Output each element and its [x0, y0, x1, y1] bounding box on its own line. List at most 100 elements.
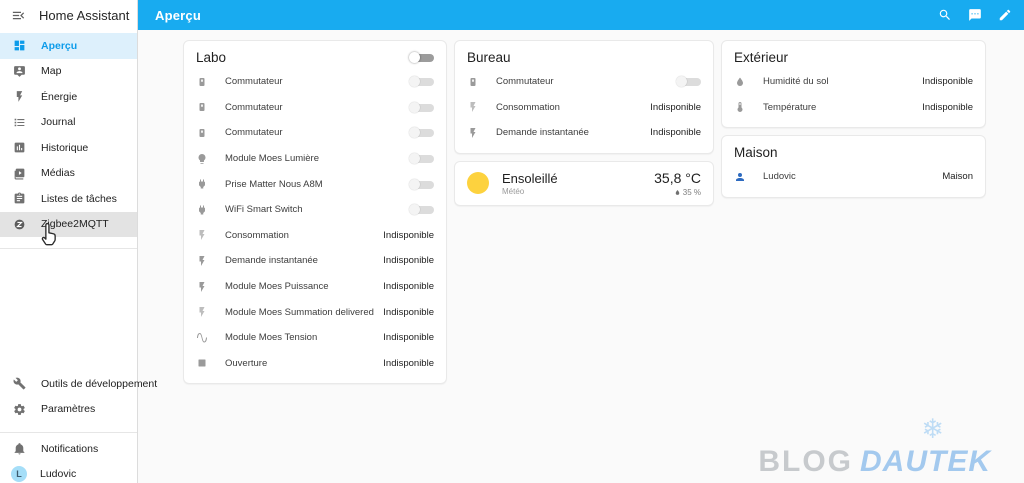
sidebar-item[interactable]: Paramètres	[0, 397, 137, 423]
entity-state: Indisponible	[383, 281, 434, 293]
sidebar-item-notifications[interactable]: Notifications	[0, 436, 137, 462]
entity-row[interactable]: Consommation Indisponible	[184, 223, 446, 249]
entity-row[interactable]: Demande instantanée Indisponible	[455, 120, 713, 146]
entity-row[interactable]: Module Moes Tension Indisponible	[184, 325, 446, 351]
entity-row[interactable]: Température Indisponible	[722, 95, 985, 121]
weather-temperature: 35,8 °C	[654, 169, 701, 186]
sidebar-item-label: Zigbee2MQTT	[41, 218, 109, 231]
toggle-switch[interactable]	[409, 51, 434, 64]
entity-name: Humidité du sol	[763, 76, 829, 88]
entity-row[interactable]: Demande instantanée Indisponible	[184, 248, 446, 274]
toggle-switch[interactable]	[409, 101, 434, 114]
entity-state: Maison	[942, 171, 973, 183]
entity-icon	[196, 229, 208, 241]
entity-name: WiFi Smart Switch	[225, 204, 303, 216]
toggle-switch[interactable]	[409, 75, 434, 88]
entity-row[interactable]: Ouverture Indisponible	[184, 351, 446, 377]
entity-icon	[196, 255, 208, 267]
sidebar-item-icon	[13, 141, 26, 154]
toggle-switch[interactable]	[409, 152, 434, 165]
card-maison: Maison Ludovic Maison	[721, 135, 986, 198]
entity-icon	[196, 178, 208, 190]
app-title: Home Assistant	[39, 7, 130, 23]
sidebar-item[interactable]: Outils de développement	[0, 371, 157, 397]
entity-row[interactable]: Prise Matter Nous A8M	[184, 171, 446, 197]
entity-row[interactable]: Commutateur	[184, 95, 446, 121]
entity-state: Indisponible	[650, 127, 701, 139]
entity-state: Indisponible	[383, 229, 434, 241]
sidebar-item[interactable]: Médias	[0, 161, 137, 187]
menu-open-icon[interactable]	[11, 8, 26, 23]
sidebar-item-label: Énergie	[41, 90, 78, 103]
entity-name: Consommation	[225, 229, 289, 241]
entity-icon	[196, 76, 208, 88]
search-icon	[938, 8, 952, 22]
entity-icon	[196, 101, 208, 113]
sidebar-item-label: Médias	[41, 167, 75, 180]
sidebar: Home Assistant Aperçu Map Énergie Journa…	[0, 0, 157, 483]
assist-button[interactable]	[968, 8, 982, 22]
sidebar-item[interactable]: Journal	[0, 110, 137, 136]
sidebar-item[interactable]: Zigbee2MQTT	[0, 211, 137, 237]
sidebar-item-icon	[13, 116, 26, 129]
entity-row[interactable]: Module Moes Summation delivered Indispon…	[184, 299, 446, 325]
toggle-switch[interactable]	[676, 75, 701, 88]
weather-humidity: 35 %	[654, 188, 701, 197]
entity-name: Demande instantanée	[496, 127, 589, 139]
toggle-switch[interactable]	[409, 203, 434, 216]
entity-icon	[467, 76, 479, 88]
sidebar-header: Home Assistant	[0, 0, 137, 30]
card-title: Maison	[734, 145, 778, 161]
page-title: Aperçu	[155, 7, 201, 23]
entity-row[interactable]: Commutateur	[455, 69, 713, 95]
sidebar-footer: Notifications L Ludovic	[0, 432, 137, 483]
card-exterieur: Extérieur Humidité du sol Indisponible T	[721, 40, 986, 129]
edit-dashboard-button[interactable]	[998, 8, 1012, 22]
entity-row[interactable]: Ludovic Maison	[722, 164, 985, 190]
entity-name: Module Moes Lumière	[225, 153, 319, 165]
sidebar-item-icon	[13, 65, 26, 78]
search-button[interactable]	[938, 8, 952, 22]
entity-state: Indisponible	[922, 101, 973, 113]
sidebar-item-icon	[13, 403, 26, 416]
sidebar-item-user[interactable]: L Ludovic	[0, 462, 137, 483]
sidebar-item-label: Historique	[41, 141, 89, 154]
sidebar-item-label: Listes de tâches	[41, 192, 117, 205]
sidebar-item-icon	[13, 377, 26, 390]
sidebar-item[interactable]: Énergie	[0, 84, 137, 110]
water-drop-icon	[674, 189, 681, 196]
sidebar-item-icon	[13, 167, 26, 180]
entity-icon	[734, 101, 746, 113]
entity-name: Commutateur	[225, 127, 283, 139]
entity-row[interactable]: Commutateur	[184, 120, 446, 146]
sidebar-item[interactable]: Map	[0, 59, 137, 85]
card-title: Labo	[196, 50, 227, 65]
card-labo: Labo Commutateur Commutateur Commutateur…	[183, 40, 447, 385]
card-weather[interactable]: Ensoleillé Météo 35,8 °C 35 %	[454, 160, 714, 206]
sidebar-item-label: Aperçu	[41, 39, 78, 52]
entity-state: Indisponible	[922, 76, 973, 88]
toggle-switch[interactable]	[409, 126, 434, 139]
entity-state: Indisponible	[383, 357, 434, 369]
toggle-switch[interactable]	[409, 178, 434, 191]
entity-row[interactable]: Module Moes Lumière	[184, 146, 446, 172]
entity-row[interactable]: WiFi Smart Switch	[184, 197, 446, 223]
entity-icon	[196, 332, 208, 344]
entity-row[interactable]: Module Moes Puissance Indisponible	[184, 274, 446, 300]
sidebar-item-label: Outils de développement	[41, 377, 158, 390]
sidebar-item[interactable]: Aperçu	[0, 33, 137, 59]
entity-name: Commutateur	[225, 76, 283, 88]
sidebar-item[interactable]: Historique	[0, 135, 137, 161]
sidebar-nav: Aperçu Map Énergie Journal Historique Mé…	[0, 30, 137, 237]
entity-row[interactable]: Commutateur	[184, 69, 446, 95]
entity-icon	[196, 357, 208, 369]
pencil-icon	[998, 8, 1012, 22]
entity-row[interactable]: Consommation Indisponible	[455, 95, 713, 121]
sidebar-item[interactable]: Listes de tâches	[0, 186, 137, 212]
weather-condition: Ensoleillé	[502, 170, 558, 186]
humidity-value: 35 %	[682, 187, 701, 197]
entity-state: Indisponible	[650, 101, 701, 113]
entity-row[interactable]: Humidité du sol Indisponible	[722, 69, 985, 95]
card-title: Bureau	[467, 50, 511, 65]
sidebar-item-icon	[13, 90, 26, 103]
